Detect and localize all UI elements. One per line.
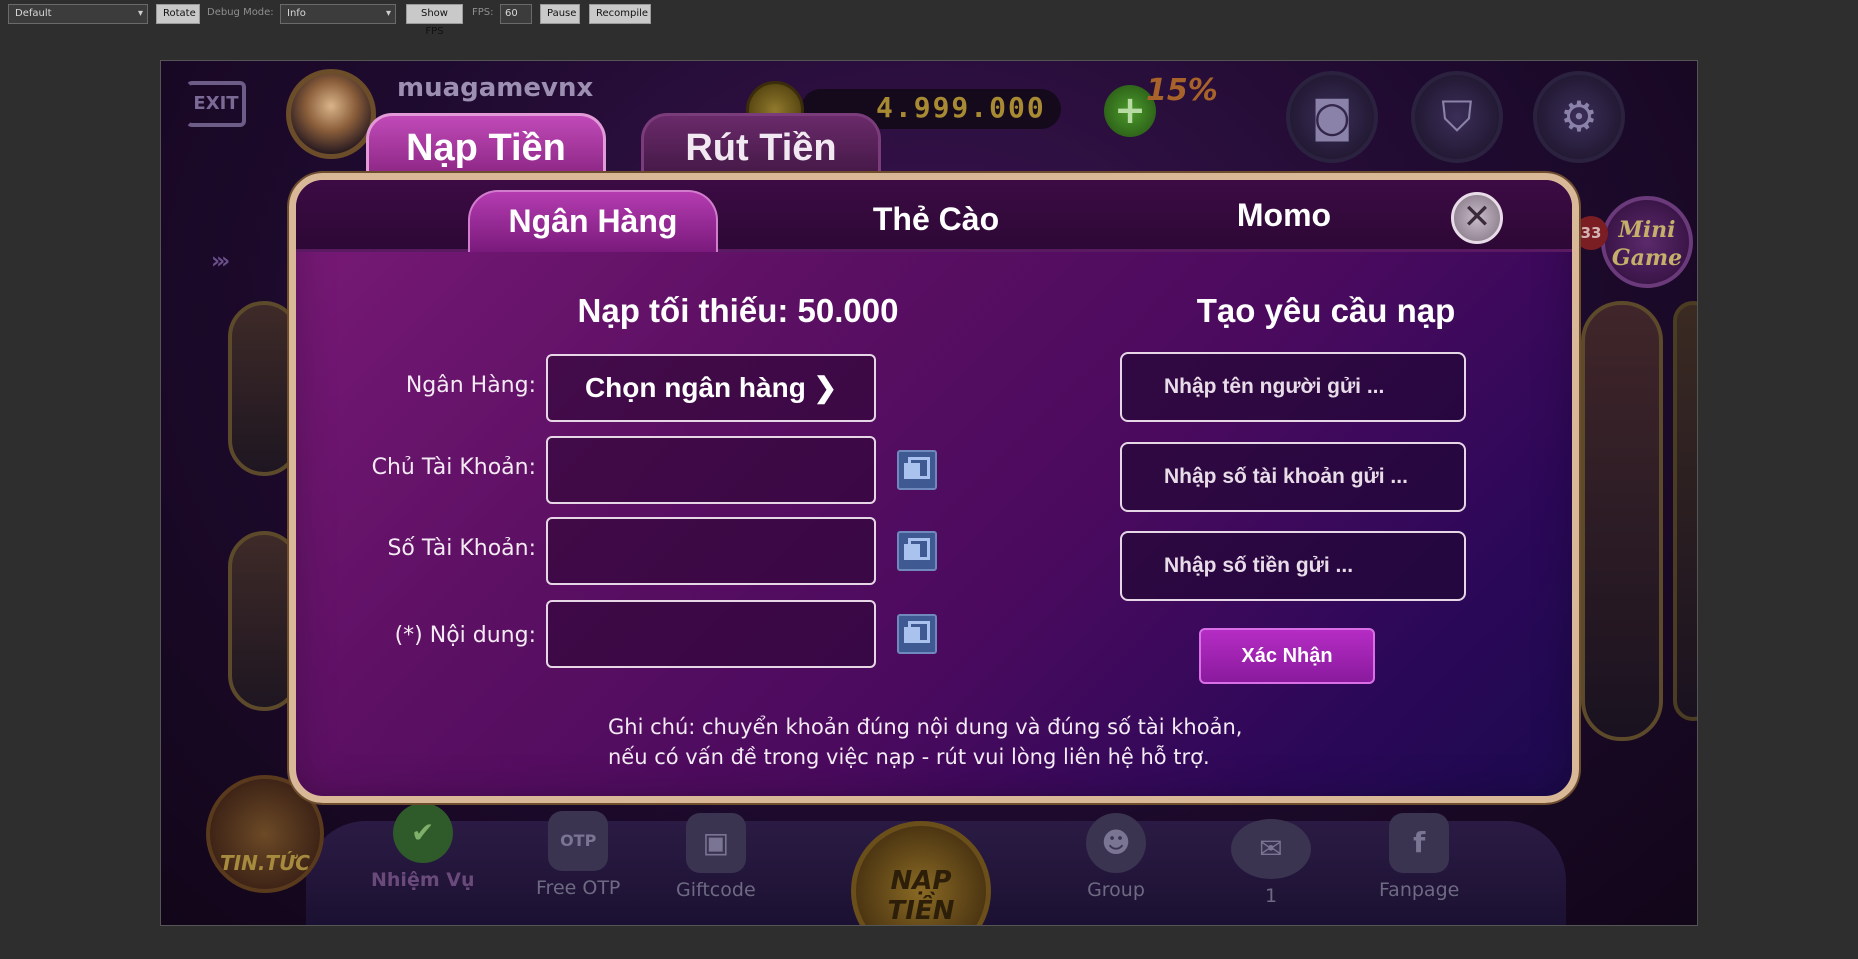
account-number-label: Số Tài Khoản:	[387, 536, 536, 561]
fanpage-button[interactable]: f Fanpage	[1379, 813, 1459, 901]
gear-icon[interactable]: ⚙	[1533, 71, 1625, 163]
mini-game-badge: 33	[1574, 216, 1608, 250]
request-title: Tạo yêu cầu nạp	[1196, 292, 1456, 329]
free-otp-label: Free OTP	[536, 877, 621, 899]
shield-icon[interactable]: ⛉	[1411, 71, 1503, 163]
mini-game-label-2: Game	[1611, 245, 1683, 271]
avatar[interactable]	[286, 69, 376, 159]
mail-count: 1	[1264, 885, 1278, 907]
debug-mode-label: Debug Mode:	[207, 7, 274, 18]
bank-label: Ngân Hàng:	[405, 373, 536, 398]
balance-amount: 4.999.000	[876, 91, 1046, 124]
checkmark-icon: ✔	[392, 803, 453, 863]
amount-input[interactable]: Nhập số tiền gửi ...	[1120, 531, 1466, 601]
close-icon[interactable]: ✕	[1451, 192, 1503, 244]
fps-label: FPS:	[472, 7, 494, 18]
debug-mode-select[interactable]: Info ▾	[280, 4, 396, 24]
note-text: Ghi chú: chuyển khoản đúng nội dung và đ…	[608, 712, 1328, 772]
group-label: Group	[1087, 879, 1145, 901]
giftcode-button[interactable]: ▣ Giftcode	[676, 813, 756, 901]
transfer-content-label: (*) Nội dung:	[394, 623, 536, 648]
rotate-button[interactable]: Rotate	[156, 4, 200, 24]
recompile-button[interactable]: Recompile	[589, 4, 651, 24]
chevron-down-icon: ▾	[385, 8, 391, 19]
account-number-field[interactable]	[546, 517, 876, 585]
group-icon: ☻	[1086, 813, 1146, 873]
chevron-down-icon: ▾	[137, 8, 143, 19]
deposit-panel: Ngân Hàng Thẻ Cào Momo ✕ Nạp tối thiếu: …	[289, 173, 1579, 803]
mini-game-label-1: Mini	[1618, 217, 1676, 243]
debug-mode-value: Info	[287, 8, 306, 19]
device-select-value: Default	[15, 8, 52, 19]
account-owner-field[interactable]	[546, 436, 876, 504]
free-otp-button[interactable]: OTP Free OTP	[536, 811, 620, 899]
game-card[interactable]	[1581, 301, 1663, 741]
arrows-icon: ›››	[211, 249, 230, 274]
exit-icon[interactable]: EXIT	[186, 81, 246, 127]
camera-icon[interactable]: ◙	[1286, 71, 1378, 163]
subtab-card[interactable]: Thẻ Cào	[816, 190, 1056, 252]
username: muagamevnx	[397, 73, 594, 103]
min-deposit-title: Nạp tối thiếu: 50.000	[577, 292, 899, 329]
mission-button[interactable]: ✔ Nhiệm Vụ	[371, 803, 474, 891]
pause-button[interactable]: Pause	[540, 4, 580, 24]
gift-icon: ▣	[685, 813, 746, 873]
game-canvas: EXIT muagamevnx 4.999.000 + 15% ◙ ⛉ ⚙ Mi…	[160, 60, 1698, 926]
transfer-content-field[interactable]	[546, 600, 876, 668]
note-line-2: nếu có vấn đề trong việc nạp - rút vui l…	[608, 745, 1210, 769]
copy-icon[interactable]	[897, 450, 937, 490]
bank-select-value: Chọn ngân hàng	[584, 372, 806, 403]
mail-icon: ✉	[1231, 819, 1311, 879]
mission-label: Nhiệm Vụ	[371, 869, 475, 891]
copy-icon[interactable]	[897, 531, 937, 571]
account-owner-label: Chủ Tài Khoản:	[371, 455, 536, 480]
bonus-badge: 15%	[1146, 73, 1218, 108]
debug-toolbar: Default ▾ Rotate Debug Mode: Info ▾ Show…	[0, 0, 1858, 37]
confirm-button[interactable]: Xác Nhận	[1199, 628, 1375, 684]
device-select[interactable]: Default ▾	[8, 4, 148, 24]
subtab-bank[interactable]: Ngân Hàng	[468, 190, 718, 252]
giftcode-label: Giftcode	[676, 879, 756, 901]
chevron-down-icon: ❯	[813, 372, 838, 403]
mini-game-button[interactable]: Mini Game	[1601, 196, 1693, 288]
group-button[interactable]: ☻ Group	[1086, 813, 1146, 901]
subtab-momo[interactable]: Momo	[1164, 186, 1404, 248]
copy-icon[interactable]	[897, 614, 937, 654]
sender-name-input[interactable]: Nhập tên người gửi ...	[1120, 352, 1466, 422]
fps-input[interactable]: 60	[500, 4, 532, 24]
fanpage-label: Fanpage	[1379, 879, 1460, 901]
mail-button[interactable]: ✉ 1	[1231, 819, 1311, 907]
sender-account-input[interactable]: Nhập số tài khoản gửi ...	[1120, 442, 1466, 512]
game-card[interactable]	[1673, 301, 1697, 721]
note-line-1: Ghi chú: chuyển khoản đúng nội dung và đ…	[608, 715, 1243, 739]
facebook-icon: f	[1389, 813, 1450, 873]
otp-icon: OTP	[548, 811, 609, 871]
bank-select[interactable]: Chọn ngân hàng ❯	[546, 354, 876, 422]
show-fps-button[interactable]: Show FPS	[406, 4, 463, 37]
